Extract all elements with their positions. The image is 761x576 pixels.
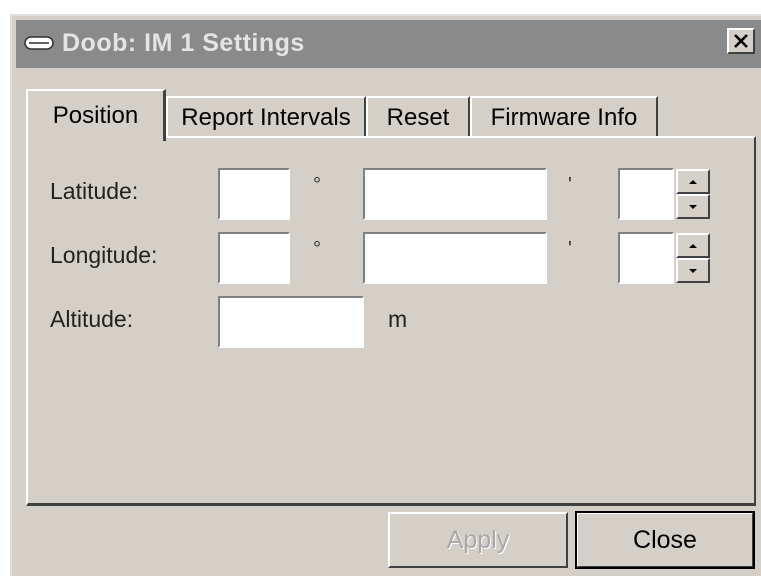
latitude-spin-up-button[interactable] [676, 169, 710, 194]
longitude-label: Longitude: [50, 242, 158, 268]
tab-firmware-info[interactable]: Firmware Info [470, 96, 658, 138]
latitude-degree-symbol: ° [313, 174, 321, 196]
latitude-seconds-field[interactable] [618, 168, 674, 220]
latitude-label: Latitude: [50, 178, 139, 204]
spin-up-icon [689, 179, 697, 184]
altitude-field[interactable] [218, 296, 364, 348]
close-icon [734, 34, 748, 48]
longitude-minutes-field[interactable] [363, 232, 547, 284]
latitude-minutes-field[interactable] [363, 168, 547, 220]
dialog-title: Doob: IM 1 Settings [62, 29, 305, 57]
longitude-spin-down-button[interactable] [676, 258, 710, 283]
altitude-unit-label: m [388, 306, 408, 332]
latitude-minute-symbol: ' [568, 174, 572, 196]
latitude-degrees-field[interactable] [218, 168, 290, 220]
title-bar[interactable]: Doob: IM 1 Settings [16, 20, 761, 68]
longitude-seconds-field[interactable] [618, 232, 674, 284]
tab-reset[interactable]: Reset [366, 96, 470, 138]
position-panel: Latitude: ° ' Longitude: ° ' Altitude: m [26, 136, 756, 506]
spin-up-icon [689, 243, 697, 248]
spin-down-icon [689, 268, 697, 273]
tab-report-intervals[interactable]: Report Intervals [166, 96, 366, 138]
longitude-spin-up-button[interactable] [676, 233, 710, 258]
close-window-button[interactable] [727, 28, 755, 54]
longitude-minute-symbol: ' [568, 238, 572, 260]
latitude-spin-down-button[interactable] [676, 194, 710, 219]
longitude-degree-symbol: ° [313, 238, 321, 260]
tab-position[interactable]: Position [26, 89, 166, 141]
altitude-label: Altitude: [50, 306, 134, 332]
spin-down-icon [689, 204, 697, 209]
close-button[interactable]: Close [575, 511, 755, 569]
settings-dialog: Doob: IM 1 Settings Position Report Inte… [10, 14, 761, 576]
tab-strip: Position Report Intervals Reset Firmware… [26, 76, 761, 141]
longitude-seconds-spinner[interactable] [676, 233, 710, 283]
longitude-degrees-field[interactable] [218, 232, 290, 284]
device-icon [24, 36, 54, 50]
apply-button[interactable]: Apply [388, 512, 568, 568]
latitude-seconds-spinner[interactable] [676, 169, 710, 219]
